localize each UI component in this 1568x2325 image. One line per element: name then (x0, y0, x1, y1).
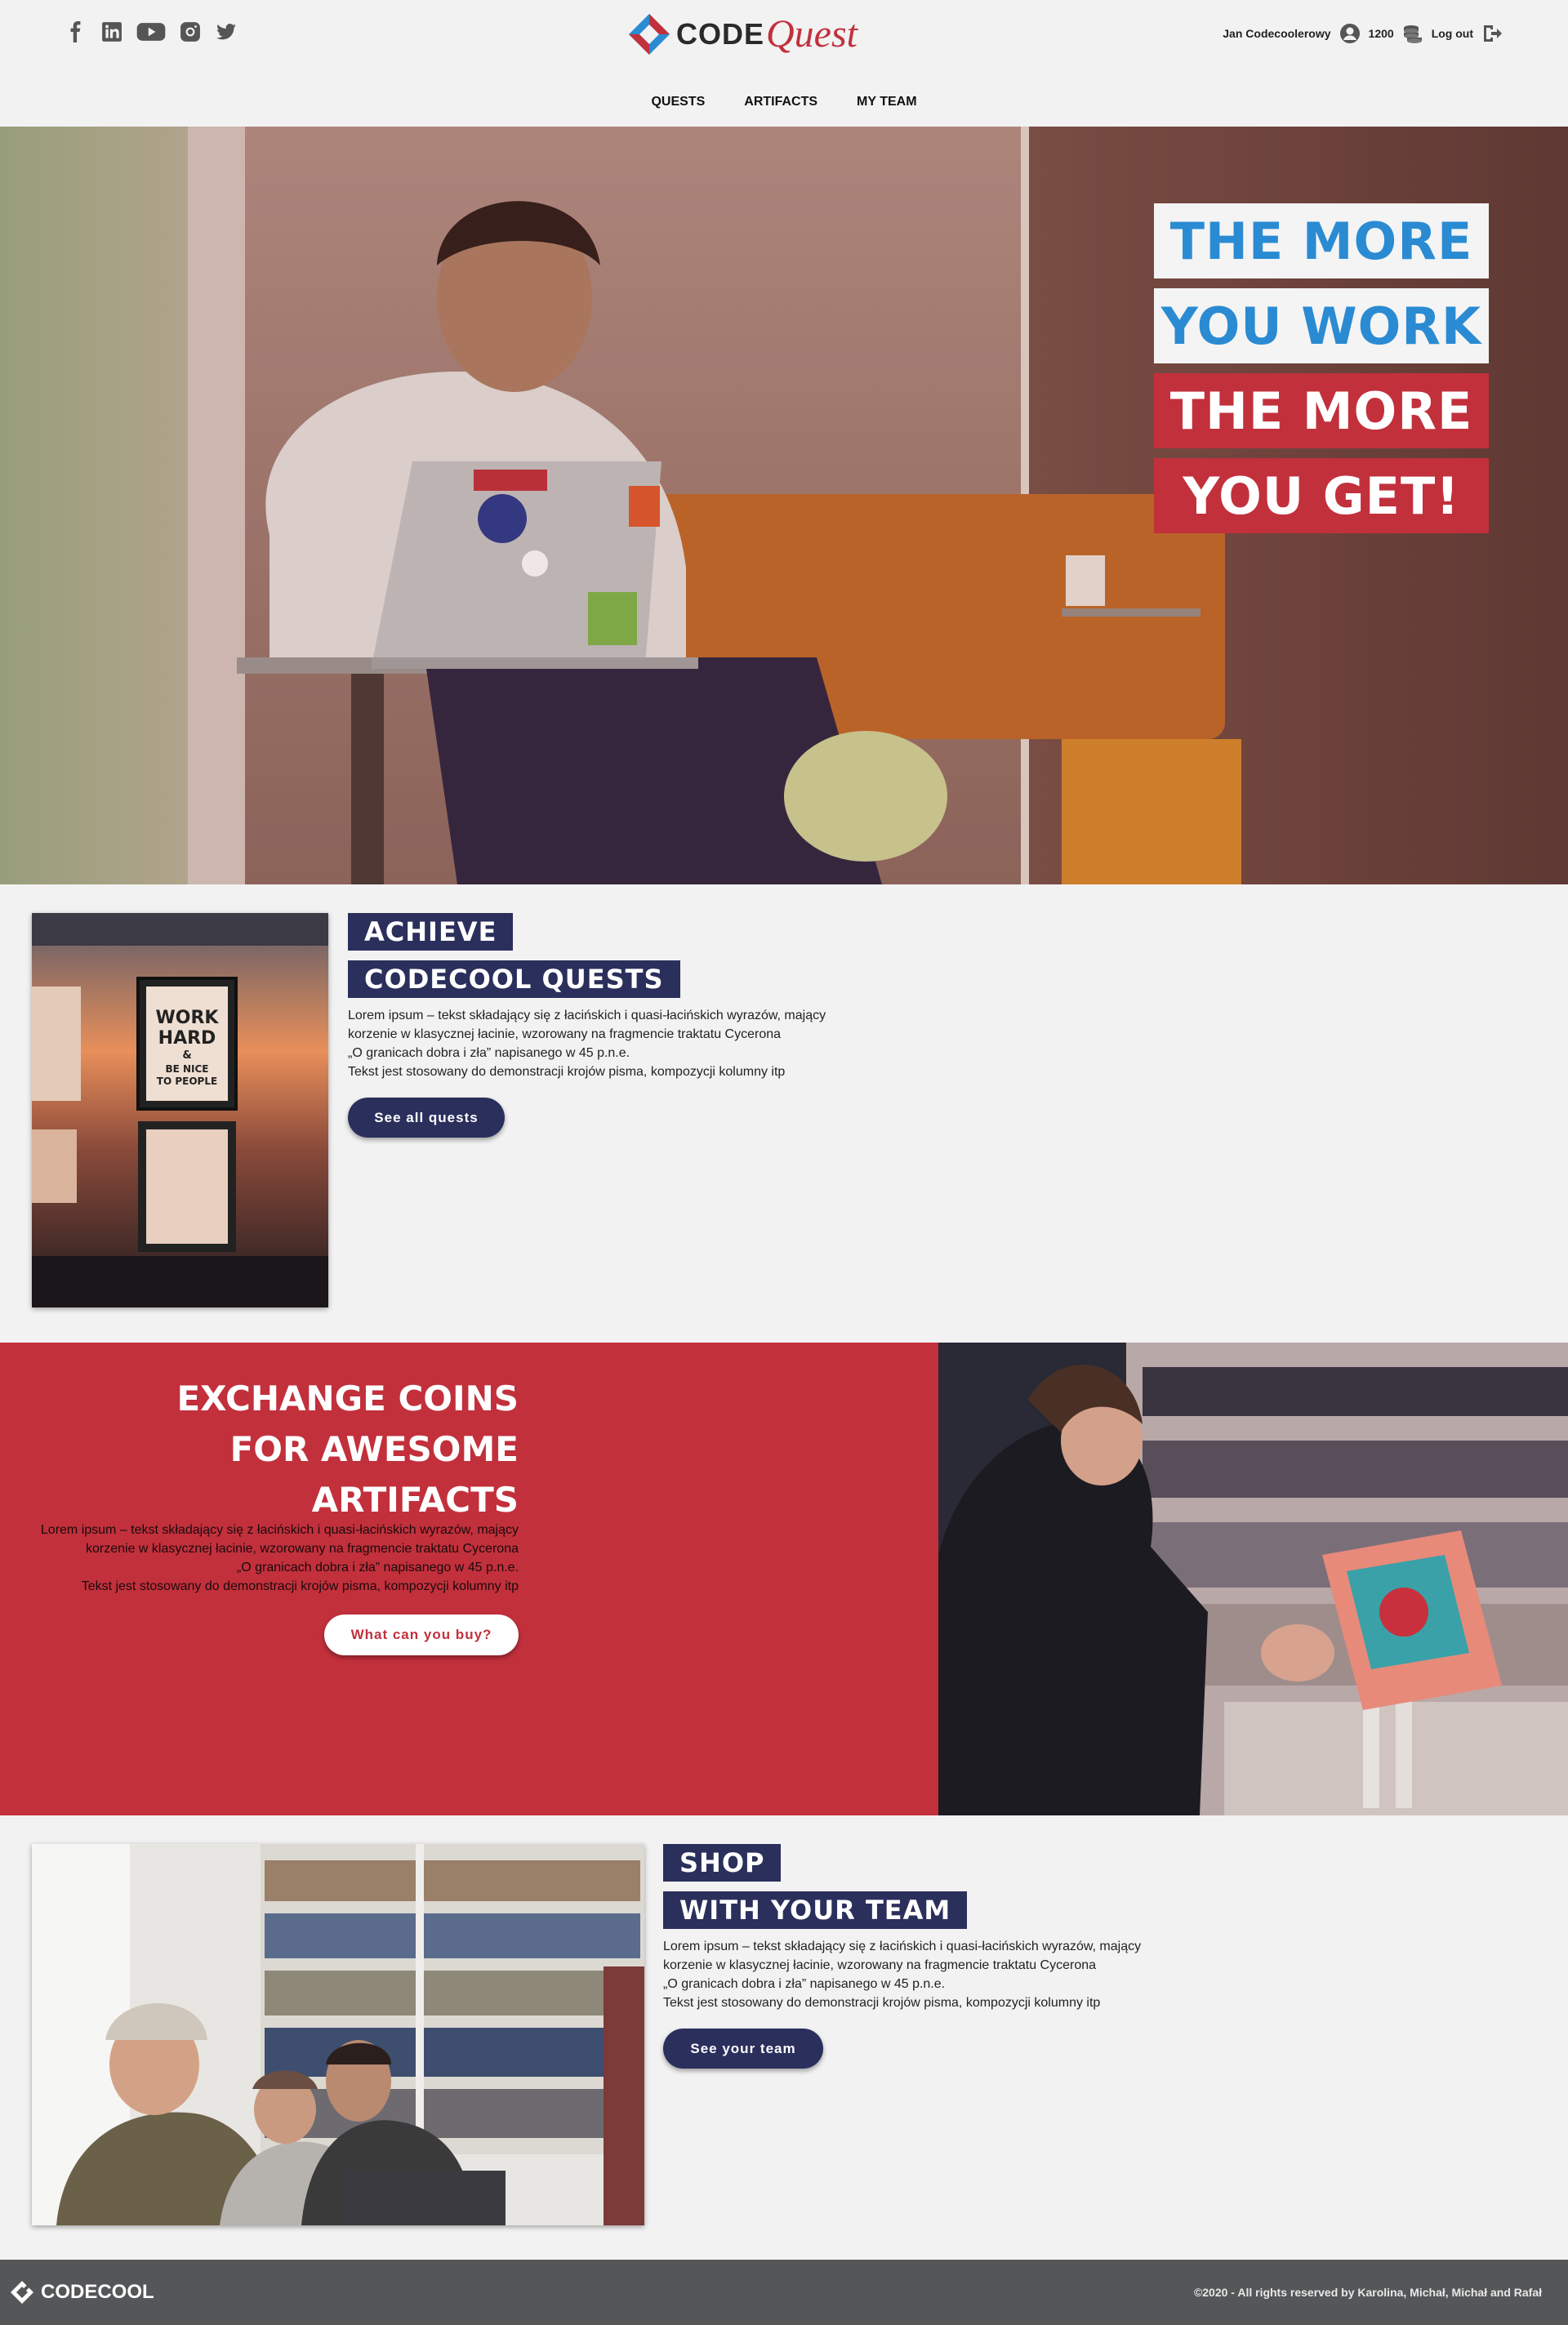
quests-para-line: „O granicach dobra i zła” napisanego w 4… (348, 1046, 630, 1060)
twitter-icon[interactable] (214, 20, 238, 44)
nav-item-artifacts[interactable]: ARTIFACTS (744, 95, 817, 109)
user-bar: Jan Codecoolerowy 1200 Log out (1223, 23, 1503, 44)
logo-quest-text: Quest (766, 12, 858, 56)
team-para-line: Lorem ipsum – tekst składający się z łac… (663, 1940, 1142, 1953)
hero-line-2: YOU WORK (1154, 288, 1489, 363)
nav-item-my-team[interactable]: MY TEAM (857, 95, 916, 109)
user-icon[interactable] (1339, 23, 1361, 44)
see-all-quests-button[interactable]: See all quests (348, 1098, 505, 1138)
logout-link[interactable]: Log out (1432, 27, 1473, 40)
coins-section: EXCHANGE COINS FOR AWESOME ARTIFACTS Lor… (0, 1343, 1568, 1815)
instagram-icon[interactable] (178, 20, 203, 44)
coins-para-line: korzenie w klasycznej łacinie, wzorowany… (85, 1542, 519, 1556)
hero-line-4: YOU GET! (1154, 458, 1489, 533)
footer-copyright: ©2020 - All rights reserved by Karolina,… (1193, 2286, 1542, 2299)
coins-title-line-2: FOR AWESOME (229, 1429, 519, 1469)
quests-para-line: Tekst jest stosowany do demonstracji kro… (348, 1065, 786, 1079)
logout-icon[interactable] (1481, 23, 1503, 44)
team-description: Lorem ipsum – tekst składający się z łac… (663, 1937, 1141, 2012)
codecool-logo-icon (11, 2281, 33, 2304)
quests-content: ACHIEVE CODECOOL QUESTS Lorem ipsum – te… (348, 913, 826, 1138)
coins-para-line: Lorem ipsum – tekst składający się z łac… (40, 1523, 519, 1537)
logo-mark-icon (629, 13, 670, 55)
what-can-you-buy-button[interactable]: What can you buy? (324, 1615, 519, 1655)
user-name: Jan Codecoolerowy (1223, 27, 1331, 40)
facebook-icon[interactable] (64, 20, 88, 44)
footer-logo[interactable]: CODECOOL (10, 2280, 154, 2305)
coins-image (938, 1343, 1568, 1815)
footer-brand: CODECOOL (41, 2281, 154, 2303)
hero-line-1: THE MORE (1154, 203, 1489, 278)
team-para-line: „O granicach dobra i zła” napisanego w 4… (663, 1977, 946, 1991)
team-image (32, 1844, 644, 2225)
quests-description: Lorem ipsum – tekst składający się z łac… (348, 1006, 826, 1081)
main-nav: QUESTS ARTIFACTS MY TEAM (0, 95, 1568, 109)
social-links (64, 20, 238, 44)
site-header: CODE Quest Jan Codecoolerowy 1200 Log ou… (0, 0, 1568, 127)
quests-para-line: Lorem ipsum – tekst składający się z łac… (348, 1009, 826, 1022)
hero-headline: THE MORE YOU WORK THE MORE YOU GET! (1154, 203, 1489, 543)
coins-title: EXCHANGE COINS FOR AWESOME ARTIFACTS (176, 1374, 519, 1526)
poster-text-hard: HARD (158, 1028, 216, 1049)
quests-tag-codecool: CODECOOL QUESTS (348, 960, 680, 998)
coins-description: Lorem ipsum – tekst składający się z łac… (41, 1521, 519, 1596)
coins-para-line: „O granicach dobra i zła” napisanego w 4… (236, 1561, 519, 1574)
poster-text-amp: & (182, 1049, 191, 1062)
coins-title-line-3: ARTIFACTS (311, 1480, 519, 1520)
poster-text-to-people: TO PEOPLE (157, 1076, 217, 1087)
coins-icon (1403, 25, 1422, 43)
poster-text-be-nice: BE NICE (165, 1063, 208, 1075)
quests-image: WORK HARD & BE NICE TO PEOPLE (32, 913, 328, 1307)
logo-code-text: CODE (676, 16, 765, 51)
team-tag-with-your-team: WITH YOUR TEAM (663, 1891, 968, 1929)
see-your-team-button[interactable]: See your team (663, 2029, 823, 2069)
team-para-line: Tekst jest stosowany do demonstracji kro… (663, 1996, 1101, 2010)
coins-para-line: Tekst jest stosowany do demonstracji kro… (81, 1579, 519, 1593)
coins-title-line-1: EXCHANGE COINS (176, 1379, 519, 1419)
linkedin-icon[interactable] (100, 20, 124, 44)
site-footer: CODECOOL ©2020 - All rights reserved by … (0, 2260, 1568, 2325)
coin-count: 1200 (1368, 27, 1394, 40)
team-content: SHOP WITH YOUR TEAM Lorem ipsum – tekst … (663, 1844, 1141, 2069)
team-section: SHOP WITH YOUR TEAM Lorem ipsum – tekst … (0, 1815, 1568, 2260)
youtube-icon[interactable] (136, 20, 167, 44)
poster-text-work: WORK (156, 1008, 220, 1028)
hero-line-3: THE MORE (1154, 373, 1489, 448)
codequest-logo[interactable]: CODE Quest (627, 11, 858, 56)
quests-section: WORK HARD & BE NICE TO PEOPLE ACHIEVE CO… (0, 884, 1568, 1343)
quests-para-line: korzenie w klasycznej łacinie, wzorowany… (348, 1027, 782, 1041)
nav-item-quests[interactable]: QUESTS (651, 95, 705, 109)
team-para-line: korzenie w klasycznej łacinie, wzorowany… (663, 1958, 1097, 1972)
quests-tag-achieve: ACHIEVE (348, 913, 514, 951)
hero-banner: THE MORE YOU WORK THE MORE YOU GET! (0, 127, 1568, 884)
team-tag-shop: SHOP (663, 1844, 782, 1882)
